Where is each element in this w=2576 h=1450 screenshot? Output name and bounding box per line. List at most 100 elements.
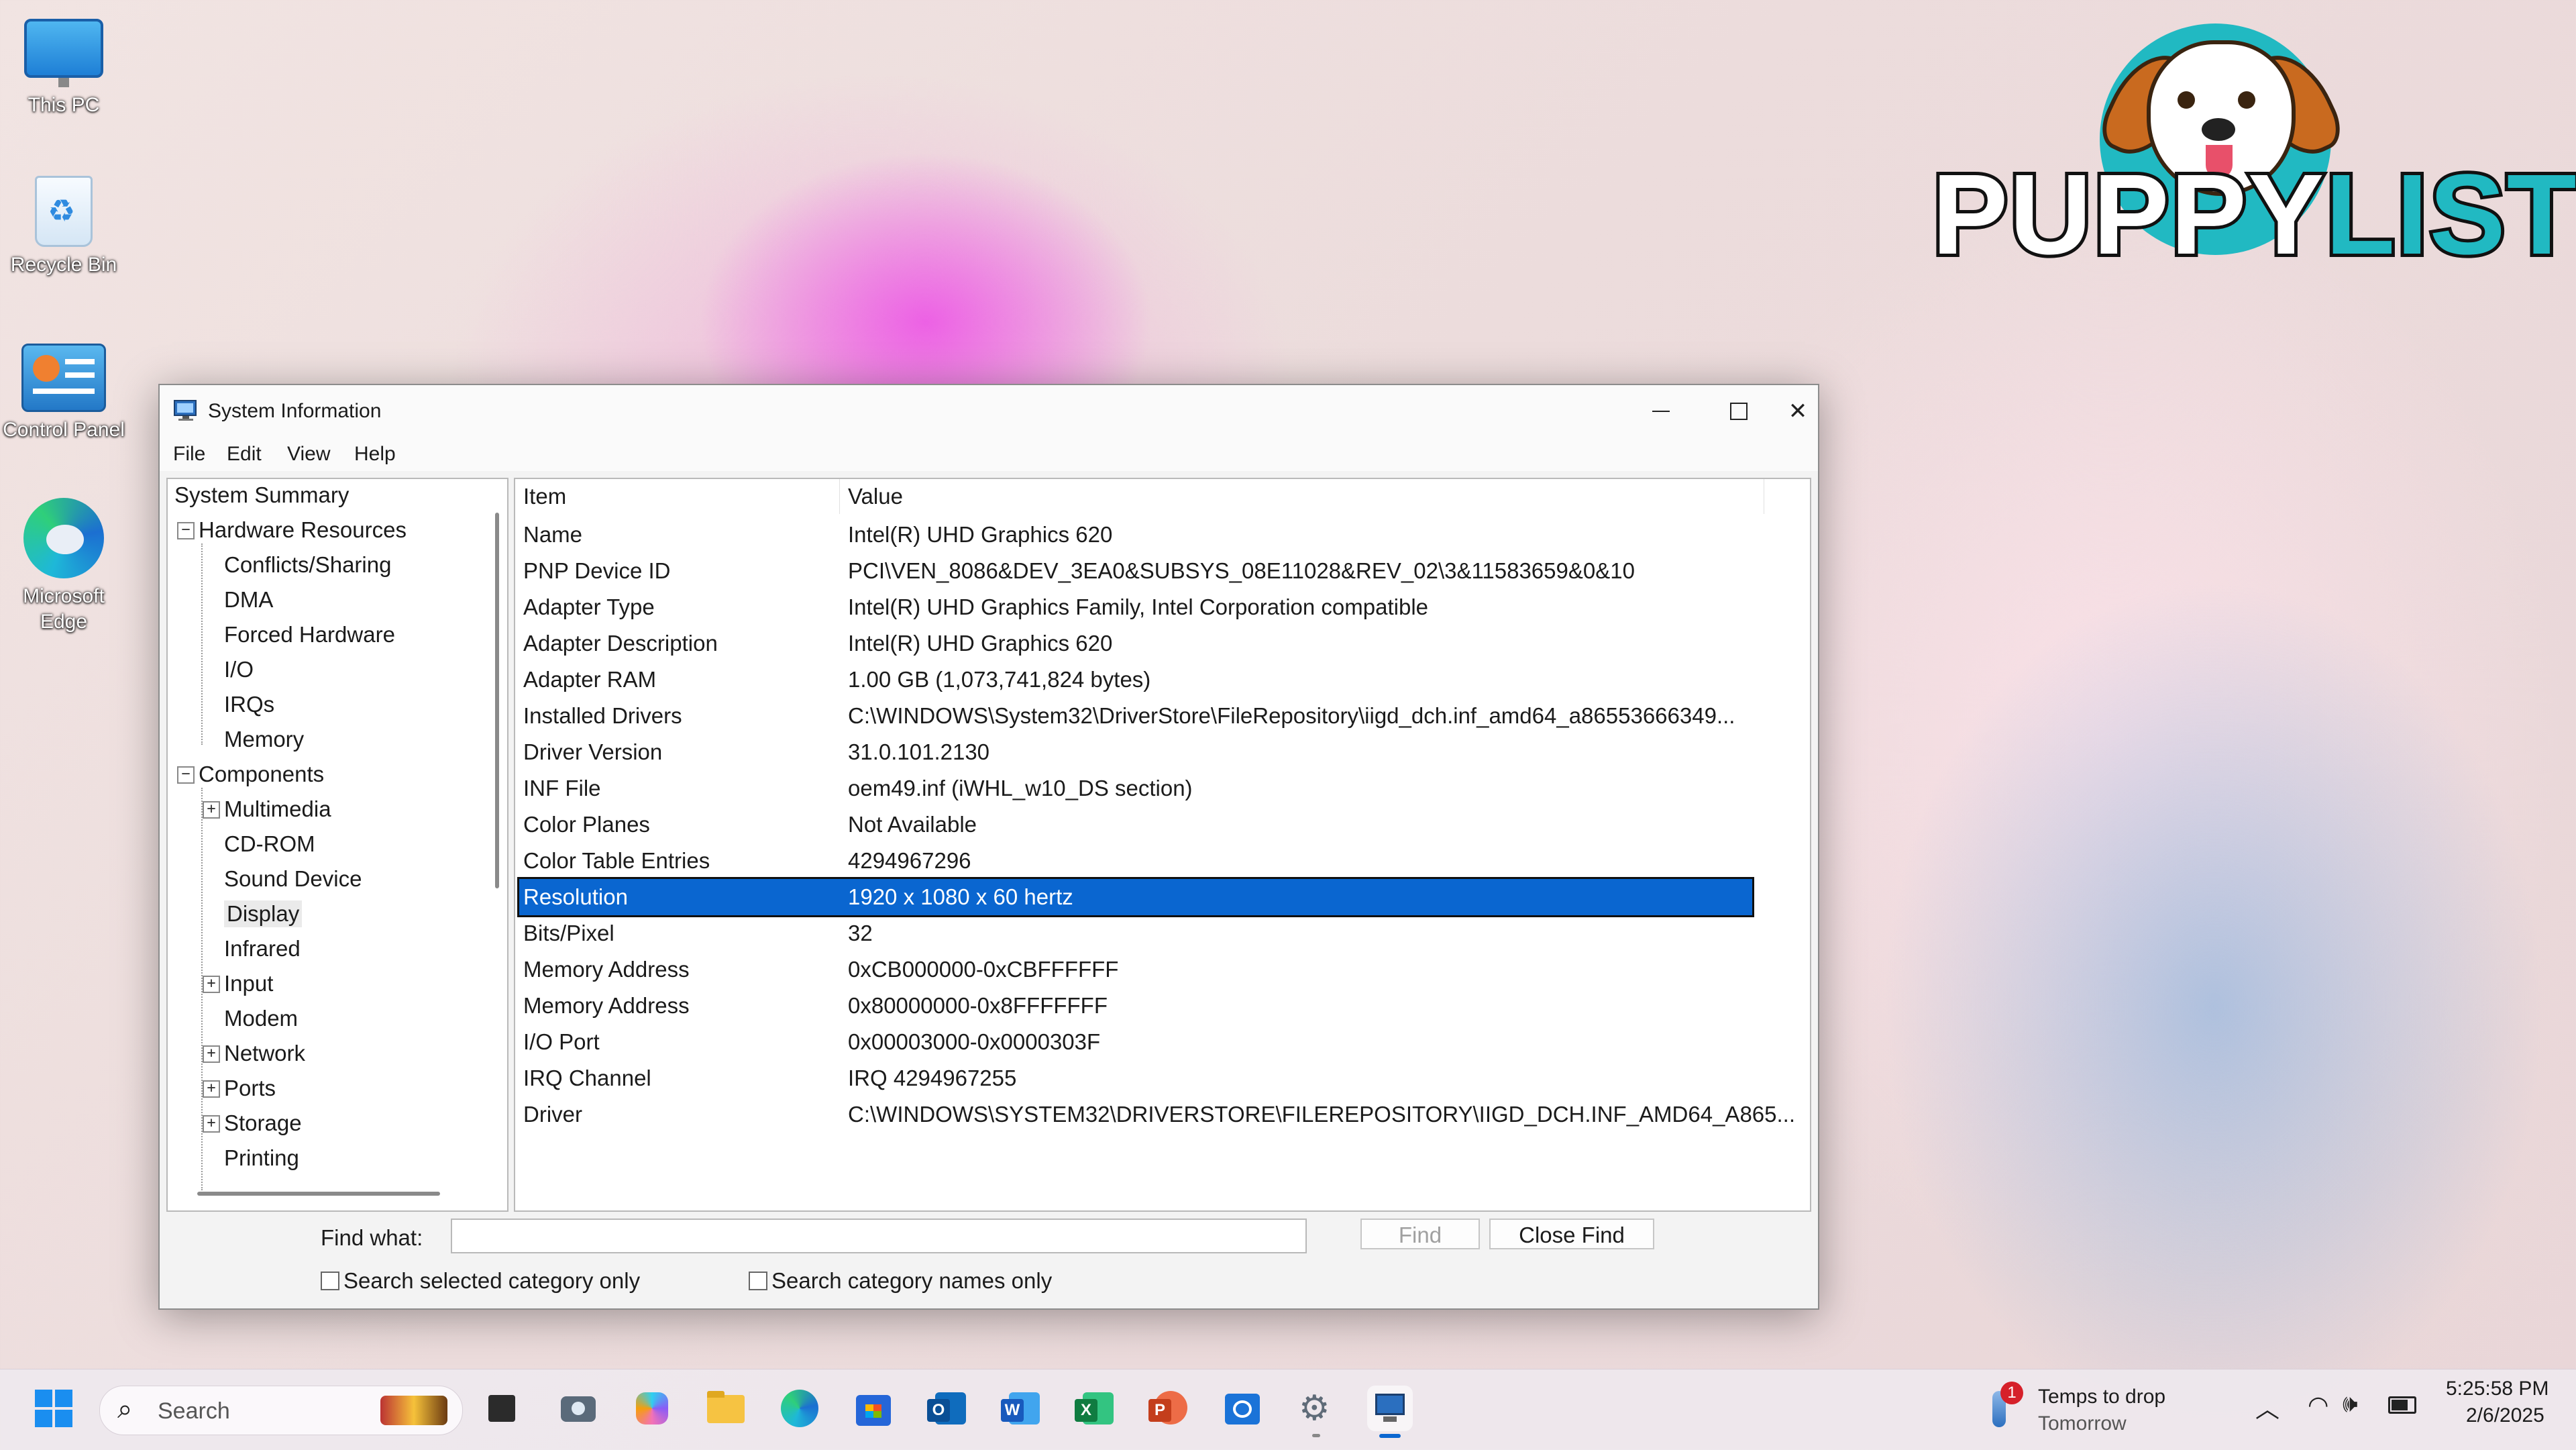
tree-item-dma[interactable]: DMA (224, 586, 273, 613)
menu-view[interactable]: View (287, 443, 330, 466)
table-row[interactable]: Name Intel(R) UHD Graphics 620 (519, 517, 1752, 553)
menu-file[interactable]: File (173, 443, 205, 466)
details-table[interactable]: Item Value Name Intel(R) UHD Graphics 620… (514, 478, 1811, 1212)
tree-item-printing[interactable]: Printing (224, 1145, 299, 1172)
table-row[interactable]: Resolution 1920 x 1080 x 60 hertz (517, 877, 1754, 917)
desktop-icon-edge[interactable]: Microsoft Edge (0, 498, 127, 635)
battery-icon[interactable] (2388, 1396, 2416, 1414)
table-row[interactable]: Installed Drivers C:\WINDOWS\System32\Dri… (519, 698, 1752, 734)
menu-help[interactable]: Help (354, 443, 396, 466)
outlook-icon[interactable]: O (924, 1386, 970, 1431)
checkbox-box[interactable] (749, 1272, 767, 1290)
table-row[interactable]: INF File oem49.inf (iWHL_w10_DS section) (519, 770, 1752, 807)
windows-logo-icon (35, 1390, 72, 1427)
maximize-button[interactable] (1700, 385, 1778, 437)
title-bar[interactable]: System Information ✕ (160, 385, 1818, 437)
excel-icon[interactable]: X (1072, 1386, 1118, 1431)
checkbox-box[interactable] (321, 1272, 339, 1290)
table-row[interactable]: Driver Version 31.0.101.2130 (519, 734, 1752, 770)
tree-item-multimedia[interactable]: Multimedia (224, 796, 331, 823)
tree-item-memory[interactable]: Memory (224, 726, 304, 753)
tree-item-system-summary[interactable]: System Summary (174, 482, 349, 509)
search-category-names-checkbox[interactable]: Search category names only (749, 1268, 1052, 1294)
tree-item-network[interactable]: Network (224, 1040, 305, 1067)
menu-edit[interactable]: Edit (227, 443, 262, 466)
cell-item: Driver (523, 1102, 582, 1127)
find-bar: Find what: Find Close Find Search select… (160, 1214, 1818, 1308)
expand-icon[interactable]: + (203, 1080, 220, 1098)
column-header-item[interactable]: Item (515, 479, 840, 514)
tree-item-irqs[interactable]: IRQs (224, 691, 274, 718)
find-button[interactable]: Find (1360, 1219, 1480, 1249)
weather-widget[interactable]: 1 Temps to drop Tomorrow (1986, 1379, 2187, 1439)
tree-item-forced-hardware[interactable]: Forced Hardware (224, 621, 395, 648)
volume-icon[interactable]: 🕪 (2343, 1390, 2358, 1418)
expand-icon[interactable]: + (203, 1045, 220, 1063)
store-icon[interactable] (851, 1386, 896, 1431)
tree-item-components[interactable]: Components (199, 761, 324, 788)
tree-item-cd-rom[interactable]: CD-ROM (224, 831, 315, 858)
table-row[interactable]: Adapter Type Intel(R) UHD Graphics Family… (519, 589, 1752, 625)
table-row[interactable]: IRQ Channel IRQ 4294967255 (519, 1060, 1752, 1096)
expand-icon[interactable]: + (203, 1115, 220, 1133)
clock-time[interactable]: 5:25:58 PM (2446, 1378, 2548, 1400)
outlook-new-icon[interactable] (1220, 1386, 1265, 1431)
table-row[interactable]: Color Table Entries 4294967296 (519, 843, 1752, 879)
minimize-button[interactable] (1622, 385, 1700, 437)
cell-value: IRQ 4294967255 (848, 1066, 1017, 1090)
collapse-icon[interactable]: − (177, 766, 195, 784)
table-row[interactable]: PNP Device ID PCI\VEN_8086&DEV_3EA0&SUBSY… (519, 553, 1752, 589)
column-header-value[interactable]: Value (840, 479, 1764, 514)
tree-item-input[interactable]: Input (224, 970, 273, 997)
tree-item-hardware-resources[interactable]: Hardware Resources (199, 517, 407, 543)
cell-item: I/O Port (523, 1029, 600, 1054)
expand-icon[interactable]: + (203, 801, 220, 819)
desktop-icon-recycle-bin[interactable]: ♻ Recycle Bin (0, 176, 127, 278)
tree-vertical-scrollbar[interactable] (495, 513, 499, 888)
taskbar-search-box[interactable]: ⌕ Search (99, 1386, 463, 1435)
find-what-label: Find what: (321, 1225, 423, 1250)
tree-item-sound-device[interactable]: Sound Device (224, 866, 362, 892)
category-tree[interactable]: System Summary − Hardware Resources Conf… (166, 478, 508, 1212)
cell-value: 32 (848, 921, 873, 945)
table-row[interactable]: Adapter Description Intel(R) UHD Graphics… (519, 625, 1752, 662)
table-row[interactable]: Color Planes Not Available (519, 807, 1752, 843)
tree-item-modem[interactable]: Modem (224, 1005, 298, 1032)
desktop-icon-control-panel[interactable]: Control Panel (0, 344, 127, 443)
table-row[interactable]: Memory Address 0xCB000000-0xCBFFFFFF (519, 951, 1752, 988)
tree-item-io[interactable]: I/O (224, 656, 254, 683)
camera-icon[interactable] (555, 1386, 601, 1431)
powerpoint-icon[interactable]: P (1146, 1386, 1191, 1431)
table-row[interactable]: Adapter RAM 1.00 GB (1,073,741,824 bytes) (519, 662, 1752, 698)
tree-item-storage[interactable]: Storage (224, 1110, 302, 1137)
wifi-icon[interactable]: ◠ (2308, 1391, 2328, 1419)
tree-item-display[interactable]: Display (224, 900, 303, 927)
table-row[interactable]: Bits/Pixel 32 (519, 915, 1752, 951)
system-information-window: System Information ✕ File Edit View Help… (158, 384, 1819, 1310)
search-selected-category-checkbox[interactable]: Search selected category only (321, 1268, 640, 1294)
tree-item-ports[interactable]: Ports (224, 1075, 276, 1102)
table-row[interactable]: Driver C:\WINDOWS\SYSTEM32\DRIVERSTORE\FI… (519, 1096, 1795, 1133)
settings-icon[interactable]: ⚙ (1293, 1386, 1339, 1437)
tree-item-infrared[interactable]: Infrared (224, 935, 301, 962)
close-find-button[interactable]: Close Find (1489, 1219, 1654, 1249)
table-row[interactable]: Memory Address 0x80000000-0x8FFFFFFF (519, 988, 1752, 1024)
file-explorer-icon[interactable] (703, 1386, 749, 1431)
word-icon[interactable]: W (998, 1386, 1044, 1431)
close-button[interactable]: ✕ (1778, 385, 1818, 437)
find-what-input[interactable] (451, 1219, 1307, 1253)
start-button[interactable] (31, 1386, 76, 1431)
tree-horizontal-scrollbar[interactable] (197, 1192, 440, 1196)
checkbox-label: Search selected category only (343, 1268, 641, 1293)
system-information-taskbar-icon[interactable] (1367, 1386, 1413, 1438)
desktop-icon-this-pc[interactable]: This PC (0, 15, 127, 118)
copilot-icon[interactable] (629, 1386, 675, 1431)
collapse-icon[interactable]: − (177, 522, 195, 539)
task-view-icon[interactable] (479, 1386, 525, 1431)
edge-icon[interactable] (777, 1386, 822, 1431)
table-row[interactable]: I/O Port 0x00003000-0x0000303F (519, 1024, 1752, 1060)
expand-icon[interactable]: + (203, 976, 220, 993)
chevron-up-icon[interactable]: ︿ (2255, 1390, 2279, 1425)
clock-date[interactable]: 2/6/2025 (2466, 1404, 2544, 1427)
tree-item-conflicts-sharing[interactable]: Conflicts/Sharing (224, 552, 391, 578)
